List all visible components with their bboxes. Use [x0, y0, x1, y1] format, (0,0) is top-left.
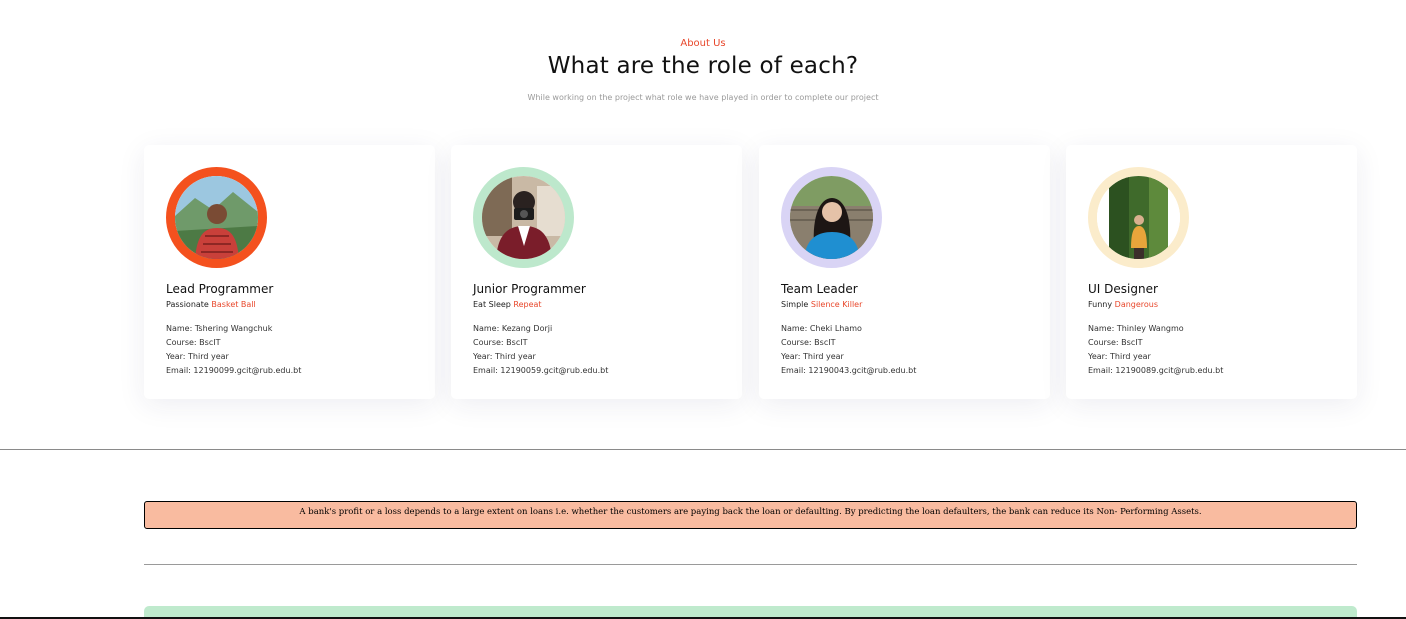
- member-year: Year: Third year: [1088, 352, 1151, 361]
- member-year: Year: Third year: [473, 352, 536, 361]
- tagline-text: Simple: [781, 300, 809, 309]
- member-course: Course: BscIT: [166, 338, 221, 347]
- section-title: What are the role of each?: [547, 53, 859, 79]
- member-name: Name: Thinley Wangmo: [1088, 324, 1184, 333]
- member-tagline: Eat Sleep Repeat: [473, 300, 542, 309]
- tagline-text: Passionate: [166, 300, 209, 309]
- member-tagline: Simple Silence Killer: [781, 300, 862, 309]
- content-divider: [144, 564, 1357, 565]
- member-tagline: Passionate Basket Ball: [166, 300, 256, 309]
- section-eyebrow: About Us: [680, 38, 726, 49]
- team-card-ui-designer: UI Designer Funny Dangerous Name: Thinle…: [1066, 145, 1357, 399]
- member-role: UI Designer: [1088, 282, 1158, 296]
- profile-photo: [482, 176, 565, 259]
- member-role: Junior Programmer: [473, 282, 586, 296]
- tagline-text: Eat Sleep: [473, 300, 511, 309]
- member-email: Email: 12190043.gcit@rub.edu.bt: [781, 366, 917, 375]
- tagline-accent: Basket Ball: [211, 300, 256, 309]
- member-details: Name: Kezang Dorji Course: BscIT Year: T…: [473, 322, 608, 378]
- member-email: Email: 12190089.gcit@rub.edu.bt: [1088, 366, 1224, 375]
- member-course: Course: BscIT: [473, 338, 528, 347]
- section-divider: [0, 449, 1406, 450]
- member-name: Name: Tshering Wangchuk: [166, 324, 273, 333]
- profile-photo: [1097, 176, 1180, 259]
- member-name: Name: Cheki Lhamo: [781, 324, 862, 333]
- member-role: Team Leader: [781, 282, 858, 296]
- member-year: Year: Third year: [166, 352, 229, 361]
- profile-photo: [175, 176, 258, 259]
- member-course: Course: BscIT: [1088, 338, 1143, 347]
- member-tagline: Funny Dangerous: [1088, 300, 1158, 309]
- team-card-junior-programmer: Junior Programmer Eat Sleep Repeat Name:…: [451, 145, 742, 399]
- tagline-text: Funny: [1088, 300, 1113, 309]
- team-card-team-leader: Team Leader Simple Silence Killer Name: …: [759, 145, 1050, 399]
- tagline-accent: Repeat: [513, 300, 542, 309]
- member-details: Name: Cheki Lhamo Course: BscIT Year: Th…: [781, 322, 916, 378]
- tagline-accent: Dangerous: [1114, 300, 1159, 309]
- member-email: Email: 12190059.gcit@rub.edu.bt: [473, 366, 609, 375]
- avatar: [166, 167, 267, 268]
- avatar: [1088, 167, 1189, 268]
- member-name: Name: Kezang Dorji: [473, 324, 553, 333]
- member-email: Email: 12190099.gcit@rub.edu.bt: [166, 366, 302, 375]
- member-year: Year: Third year: [781, 352, 844, 361]
- member-course: Course: BscIT: [781, 338, 836, 347]
- team-card-lead-programmer: Lead Programmer Passionate Basket Ball N…: [144, 145, 435, 399]
- info-notice: A bank's profit or a loss depends to a l…: [144, 501, 1357, 529]
- profile-photo: [790, 176, 873, 259]
- member-role: Lead Programmer: [166, 282, 274, 296]
- section-subtitle: While working on the project what role w…: [527, 93, 879, 102]
- member-details: Name: Tshering Wangchuk Course: BscIT Ye…: [166, 322, 301, 378]
- avatar: [473, 167, 574, 268]
- avatar: [781, 167, 882, 268]
- tagline-accent: Silence Killer: [810, 300, 863, 309]
- team-cards: Lead Programmer Passionate Basket Ball N…: [144, 145, 1357, 399]
- member-details: Name: Thinley Wangmo Course: BscIT Year:…: [1088, 322, 1223, 378]
